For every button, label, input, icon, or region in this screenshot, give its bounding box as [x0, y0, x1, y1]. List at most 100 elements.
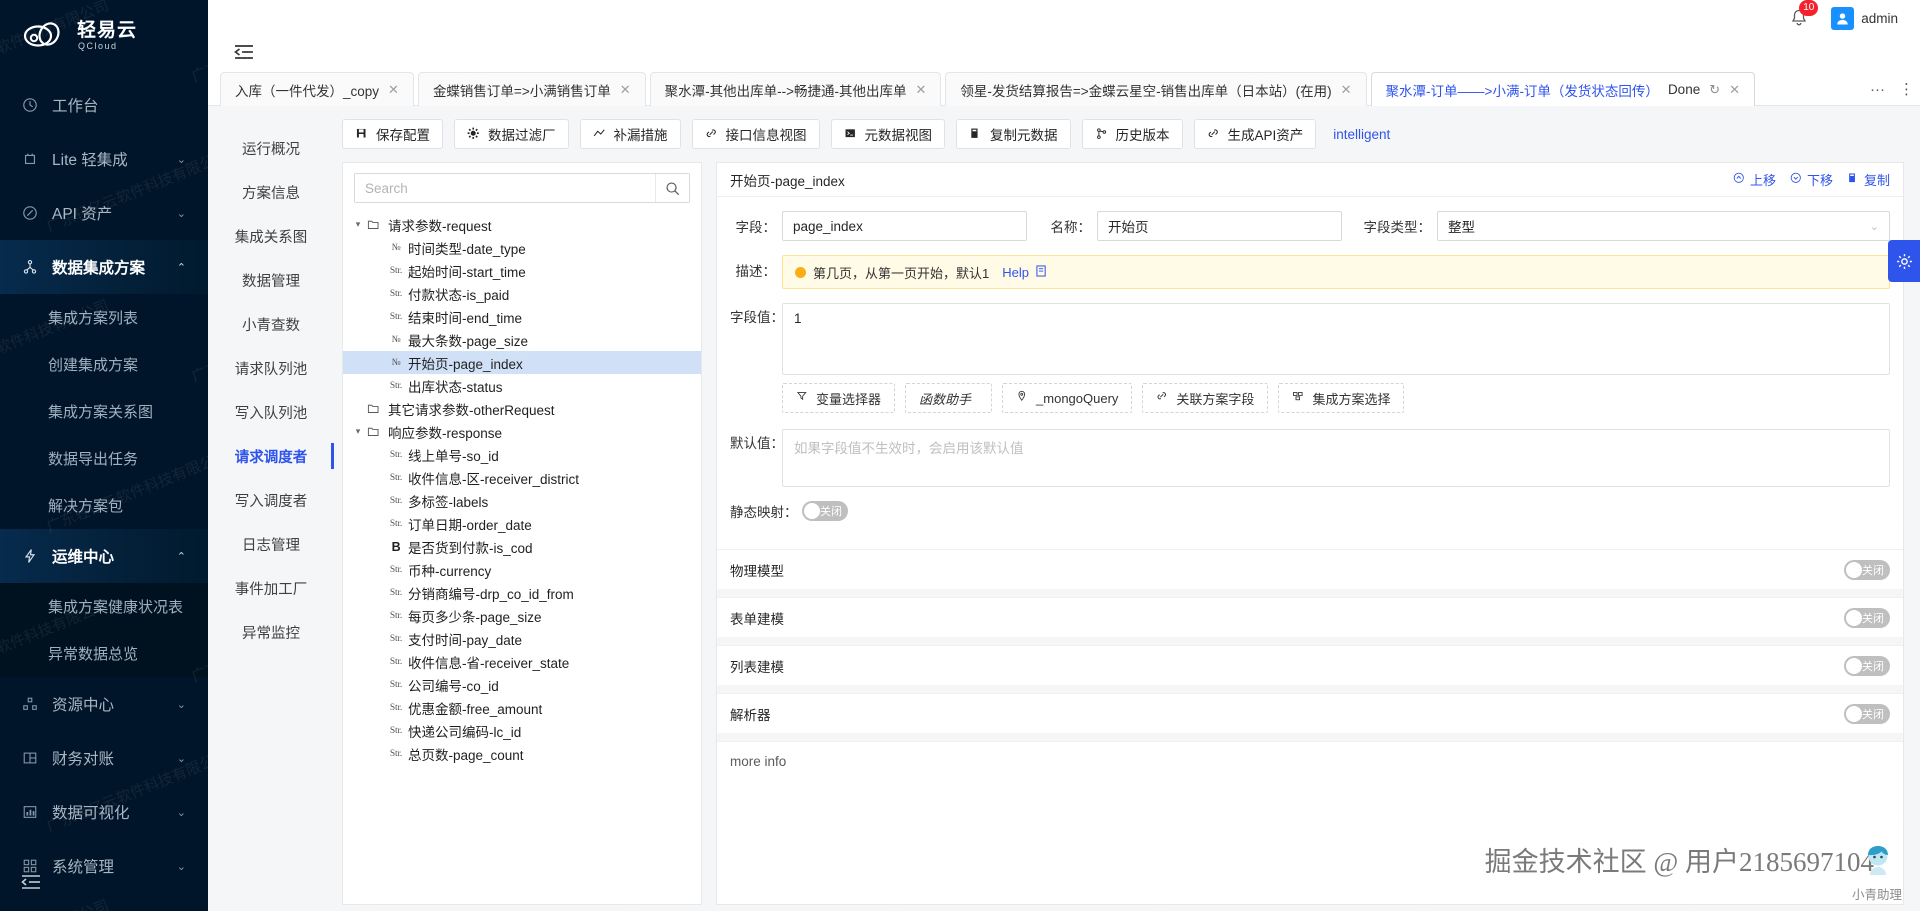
section-toggle[interactable]: 关闭: [1844, 559, 1890, 580]
field-name-input[interactable]: 开始页: [1097, 211, 1342, 241]
subnav-item-4[interactable]: 小青查数: [208, 302, 334, 346]
tab-item-2[interactable]: 聚水潭-其他出库单-->畅捷通-其他出库单 ✕: [649, 72, 942, 106]
sidebar-item-2[interactable]: API 资产 ⌄: [0, 186, 208, 240]
tree-node-22[interactable]: ▾Str.快递公司编码-lc_id: [343, 719, 701, 742]
brand-logo[interactable]: 轻易云 QCloud: [0, 0, 208, 72]
tree-caret-icon[interactable]: ▾: [349, 426, 367, 437]
settings-gear-icon[interactable]: [1888, 240, 1920, 282]
sidebar-subitem-8[interactable]: 解决方案包: [0, 482, 208, 529]
tree-node-20[interactable]: ▾Str.公司编号-co_id: [343, 673, 701, 696]
sidebar-item-3[interactable]: 数据集成方案 ⌃: [0, 240, 208, 294]
section-toggle[interactable]: 关闭: [1844, 703, 1890, 724]
sidebar-subitem-10[interactable]: 集成方案健康状况表: [0, 583, 208, 630]
notifications-button[interactable]: 10: [1789, 0, 1819, 30]
sidebar-subitem-5[interactable]: 创建集成方案: [0, 341, 208, 388]
tab-close-icon[interactable]: ✕: [1729, 82, 1740, 98]
detail-action-1[interactable]: 下移: [1790, 170, 1833, 189]
tree-node-15[interactable]: ▾Str.币种-currency: [343, 558, 701, 581]
user-menu[interactable]: admin: [1831, 7, 1898, 30]
static-map-toggle[interactable]: 关闭: [802, 501, 848, 521]
sidebar-item-12[interactable]: 资源中心 ⌄: [0, 677, 208, 731]
detail-action-2[interactable]: 复制: [1847, 170, 1890, 189]
sidebar-item-13[interactable]: 财务对账 ⌄: [0, 731, 208, 785]
value-chip-4[interactable]: 集成方案选择: [1278, 383, 1405, 413]
subnav-item-2[interactable]: 集成关系图: [208, 214, 334, 258]
section-row-0[interactable]: 物理模型 关闭: [717, 549, 1903, 589]
section-row-4[interactable]: more info: [717, 741, 1903, 781]
toolbar-button-7[interactable]: 生成API资产: [1193, 119, 1317, 149]
tab-item-1[interactable]: 金蝶销售订单=>小满销售订单 ✕: [417, 72, 646, 106]
tree-node-13[interactable]: ▾Str.订单日期-order_date: [343, 512, 701, 535]
subnav-item-7[interactable]: 请求调度者: [208, 434, 334, 478]
tree-node-3[interactable]: ▾Str.付款状态-is_paid: [343, 282, 701, 305]
tree-node-0[interactable]: ▾ 请求参数-request: [343, 213, 701, 236]
subnav-item-9[interactable]: 日志管理: [208, 522, 334, 566]
external-link-icon[interactable]: [1036, 264, 1047, 280]
subnav-item-1[interactable]: 方案信息: [208, 170, 334, 214]
tree-node-10[interactable]: ▾Str.线上单号-so_id: [343, 443, 701, 466]
section-row-3[interactable]: 解析器 关闭: [717, 693, 1903, 733]
sidebar-item-9[interactable]: 运维中心 ⌃: [0, 529, 208, 583]
field-value-textarea[interactable]: 1: [782, 303, 1890, 375]
tree-node-17[interactable]: ▾Str.每页多少条-page_size: [343, 604, 701, 627]
default-value-textarea[interactable]: 如果字段值不生效时，会启用该默认值: [782, 429, 1890, 487]
tab-close-icon[interactable]: ✕: [388, 82, 399, 98]
refresh-icon[interactable]: ↻: [1709, 82, 1720, 98]
tree-node-19[interactable]: ▾Str.收件信息-省-receiver_state: [343, 650, 701, 673]
section-toggle[interactable]: 关闭: [1844, 607, 1890, 628]
sidebar-item-1[interactable]: Lite 轻集成 ⌄: [0, 132, 208, 186]
sidebar-item-14[interactable]: 数据可视化 ⌄: [0, 785, 208, 839]
tree-node-8[interactable]: ▾其它请求参数-otherRequest: [343, 397, 701, 420]
subnav-item-11[interactable]: 异常监控: [208, 610, 334, 654]
detail-action-0[interactable]: 上移: [1733, 170, 1776, 189]
tree-node-9[interactable]: ▾ 响应参数-response: [343, 420, 701, 443]
tree-node-12[interactable]: ▾Str.多标签-labels: [343, 489, 701, 512]
section-row-2[interactable]: 列表建模 关闭: [717, 645, 1903, 685]
tree-node-18[interactable]: ▾Str.支付时间-pay_date: [343, 627, 701, 650]
tree-node-7[interactable]: ▾Str.出库状态-status: [343, 374, 701, 397]
value-chip-1[interactable]: 函数助手: [905, 383, 993, 413]
tree-node-2[interactable]: ▾Str.起始时间-start_time: [343, 259, 701, 282]
tab-item-0[interactable]: 入库（一件代发）_copy ✕: [220, 72, 414, 106]
intelligent-link[interactable]: intelligent: [1333, 127, 1390, 142]
sidebar-subitem-11[interactable]: 异常数据总览: [0, 630, 208, 677]
field-type-select[interactable]: 整型 ⌄: [1437, 211, 1890, 241]
tree-node-23[interactable]: ▾Str.总页数-page_count: [343, 742, 701, 765]
sidebar-item-0[interactable]: 工作台: [0, 78, 208, 132]
subnav-item-3[interactable]: 数据管理: [208, 258, 334, 302]
value-chip-0[interactable]: 变量选择器: [782, 383, 896, 413]
tree-node-14[interactable]: ▾B是否货到付款-is_cod: [343, 535, 701, 558]
tab-item-4[interactable]: 聚水潭-订单——>小满-订单（发货状态回传） Done ↻ ✕: [1370, 72, 1756, 106]
subnav-item-6[interactable]: 写入队列池: [208, 390, 334, 434]
toolbar-button-5[interactable]: 复制元数据: [956, 119, 1071, 149]
tree-node-11[interactable]: ▾Str.收件信息-区-receiver_district: [343, 466, 701, 489]
tree-node-6[interactable]: ▾№开始页-page_index: [343, 351, 701, 374]
subnav-item-0[interactable]: 运行概况: [208, 126, 334, 170]
tree-node-16[interactable]: ▾Str.分销商编号-drp_co_id_from: [343, 581, 701, 604]
tab-menu-icon[interactable]: ⋮: [1899, 80, 1914, 98]
sidebar-subitem-7[interactable]: 数据导出任务: [0, 435, 208, 482]
tree-caret-icon[interactable]: ▾: [349, 219, 367, 230]
value-chip-3[interactable]: 关联方案字段: [1142, 383, 1269, 413]
toolbar-button-3[interactable]: 接口信息视图: [691, 119, 820, 149]
subnav-item-5[interactable]: 请求队列池: [208, 346, 334, 390]
section-row-1[interactable]: 表单建模 关闭: [717, 597, 1903, 637]
help-link[interactable]: Help: [1002, 265, 1029, 280]
collapse-panel-icon[interactable]: [234, 43, 254, 61]
tab-close-icon[interactable]: ✕: [1341, 82, 1352, 98]
tab-close-icon[interactable]: ✕: [620, 82, 631, 98]
subnav-item-8[interactable]: 写入调度者: [208, 478, 334, 522]
toolbar-button-6[interactable]: 历史版本: [1081, 119, 1183, 149]
tab-item-3[interactable]: 领星-发货结算报告=>金蝶云星空-销售出库单（日本站）(在用) ✕: [945, 72, 1367, 106]
toolbar-button-1[interactable]: 数据过滤厂: [454, 119, 569, 149]
search-icon[interactable]: [655, 174, 689, 202]
sidebar-subitem-4[interactable]: 集成方案列表: [0, 294, 208, 341]
value-chip-2[interactable]: _mongoQuery: [1002, 383, 1133, 413]
subnav-item-10[interactable]: 事件加工厂: [208, 566, 334, 610]
search-input[interactable]: [355, 174, 655, 202]
toolbar-button-0[interactable]: 保存配置: [342, 119, 443, 149]
sidebar-subitem-6[interactable]: 集成方案关系图: [0, 388, 208, 435]
field-code-input[interactable]: page_index: [782, 211, 1027, 241]
toolbar-button-4[interactable]: 元数据视图: [830, 119, 945, 149]
sidebar-collapse-icon[interactable]: [20, 871, 42, 893]
